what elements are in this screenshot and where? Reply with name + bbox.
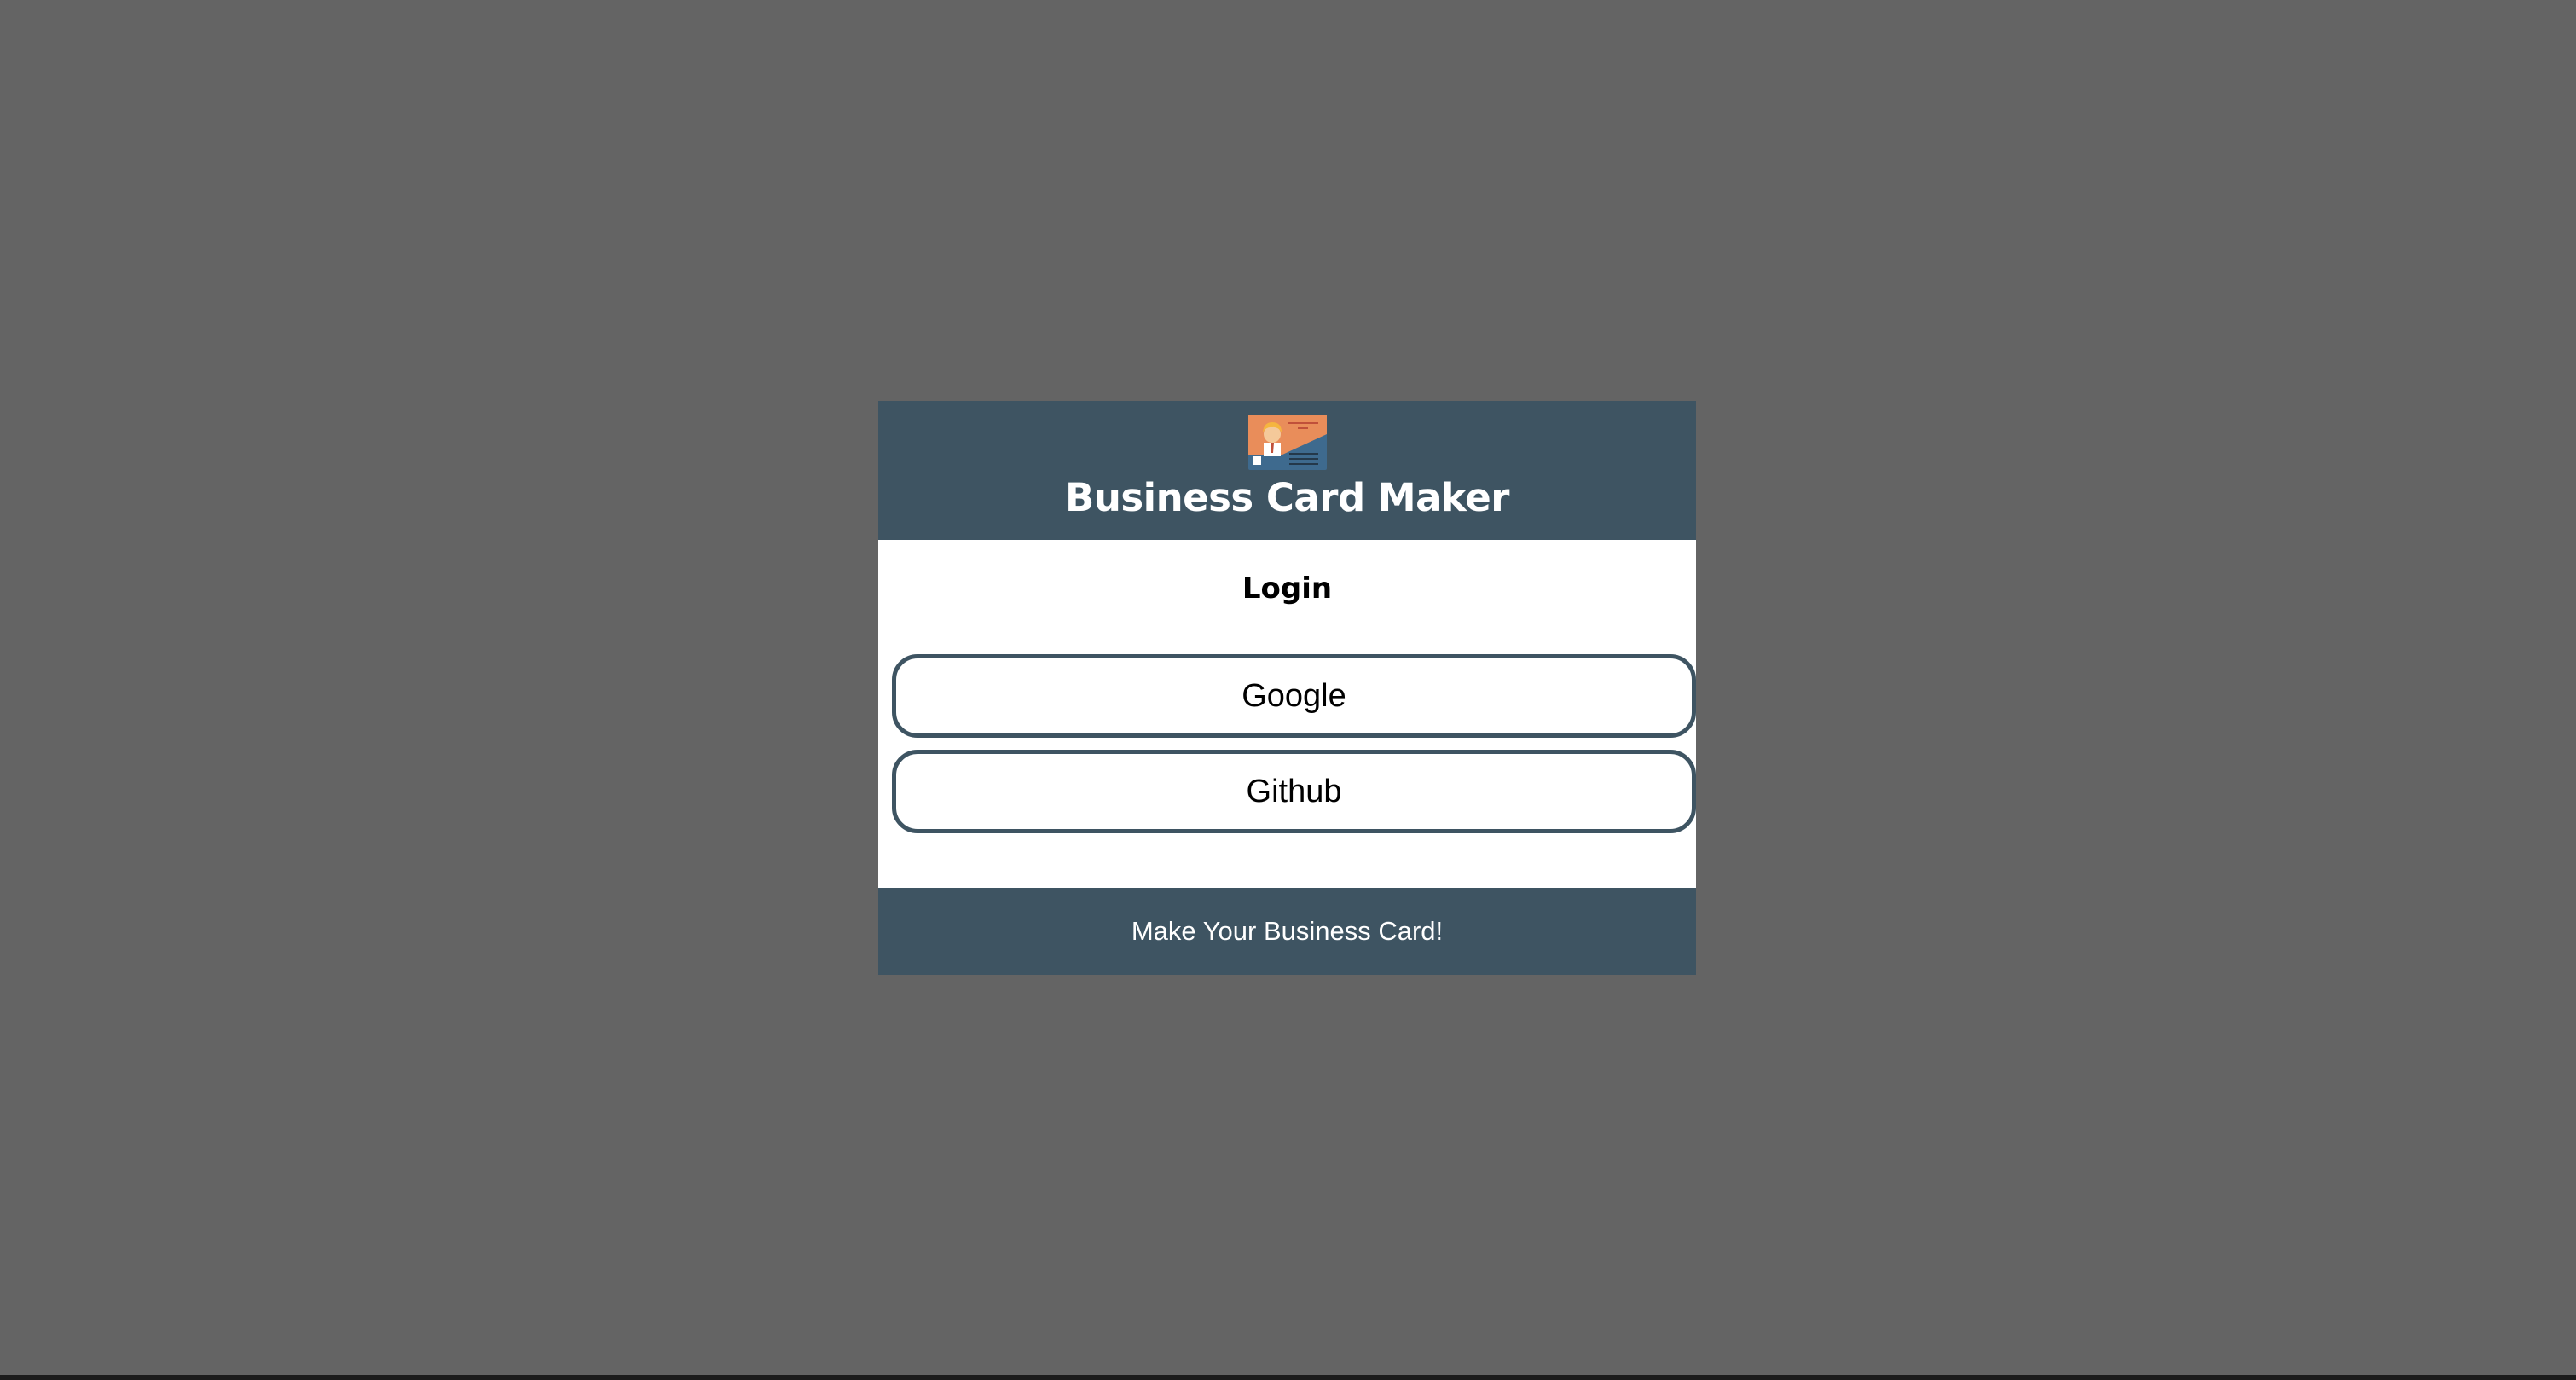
backdrop: Business Card Maker Login Google Github … [0, 0, 2576, 1380]
login-header: Business Card Maker [878, 401, 1696, 540]
github-login-button[interactable]: Github [892, 750, 1696, 833]
business-card-icon [1247, 415, 1327, 470]
app-title: Business Card Maker [1065, 475, 1509, 520]
login-card: Business Card Maker Login Google Github … [878, 401, 1696, 975]
footer-text: Make Your Business Card! [1131, 916, 1444, 946]
login-heading: Login [1242, 571, 1333, 606]
login-footer: Make Your Business Card! [878, 888, 1696, 975]
window-bottom-edge [0, 1375, 2576, 1380]
google-login-button[interactable]: Google [892, 654, 1696, 738]
login-body: Login Google Github [878, 540, 1696, 888]
